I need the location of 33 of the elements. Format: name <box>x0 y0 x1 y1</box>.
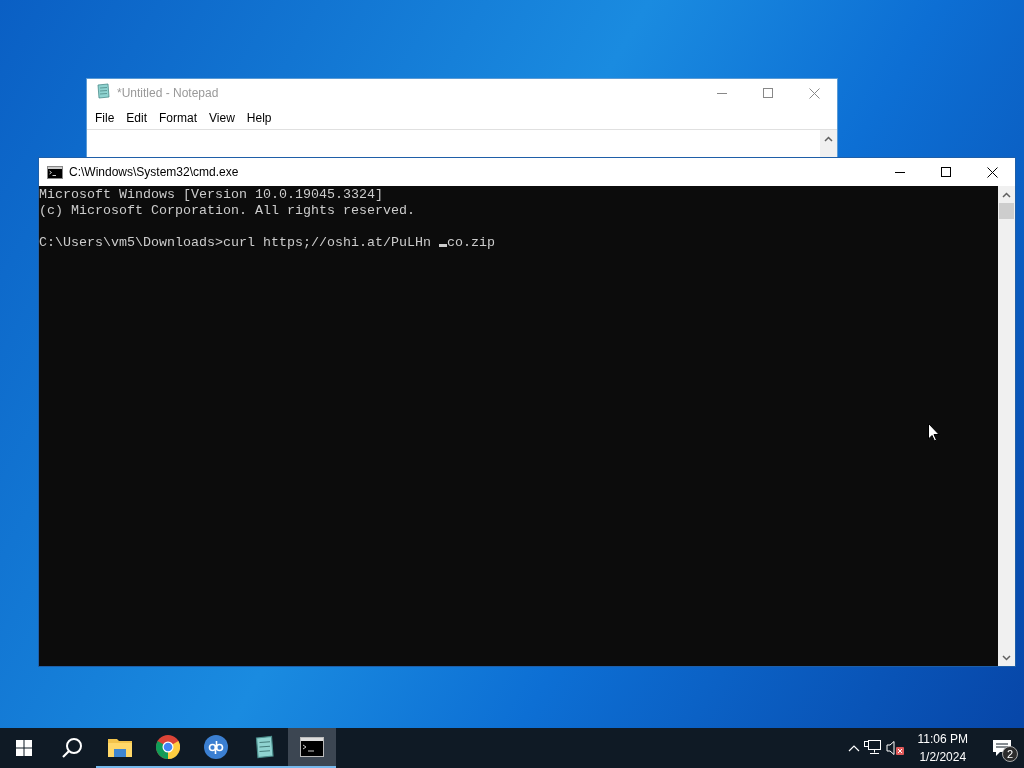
menu-item[interactable]: View <box>203 111 241 125</box>
clock-time: 11:06 PM <box>917 731 968 748</box>
folder-icon <box>108 737 132 757</box>
console-output: (c) Microsoft Corporation. All rights reserved. <box>39 203 416 219</box>
browser-icon <box>156 735 180 759</box>
command-line: C:\Users\vm5\Downloads>curl https;//oshi.at/PuLHn co.zip <box>39 235 496 251</box>
close-icon <box>986 166 998 178</box>
clock-date: 1/2/2024 <box>919 749 967 766</box>
menu-item[interactable]: Edit <box>120 111 154 125</box>
search-icon <box>61 737 83 759</box>
terminal-icon <box>300 737 324 757</box>
window-title: *Untitled - Notepad <box>117 86 220 100</box>
notification-count: 2 <box>1002 746 1018 762</box>
terminal-icon <box>47 165 63 179</box>
speaker-icon[interactable] <box>885 740 906 756</box>
menu-item[interactable]: File <box>89 111 121 125</box>
chevron-up-icon[interactable] <box>847 744 860 752</box>
mouse-pointer-icon <box>928 423 940 442</box>
notepad-icon <box>95 83 111 99</box>
scroll-thumb[interactable] <box>999 203 1014 219</box>
menu-item[interactable]: Format <box>153 111 204 125</box>
window-title: C:\Windows\System32\cmd.exe <box>69 165 240 179</box>
taskbar-app[interactable] <box>288 728 336 768</box>
maximize-icon <box>941 167 951 177</box>
maximize-icon <box>763 88 773 98</box>
windows-logo-icon <box>16 740 32 756</box>
menu-item[interactable]: Help <box>240 111 278 125</box>
notifications-button[interactable]: 2 <box>980 728 1024 768</box>
qb-logo-icon <box>204 735 228 759</box>
network-icon[interactable] <box>863 740 882 756</box>
close-icon <box>808 87 820 99</box>
clock[interactable]: 11:06 PM 1/2/2024 <box>909 730 976 766</box>
console-output: Microsoft Windows [Version 10.0.19045.3324] <box>39 187 384 203</box>
